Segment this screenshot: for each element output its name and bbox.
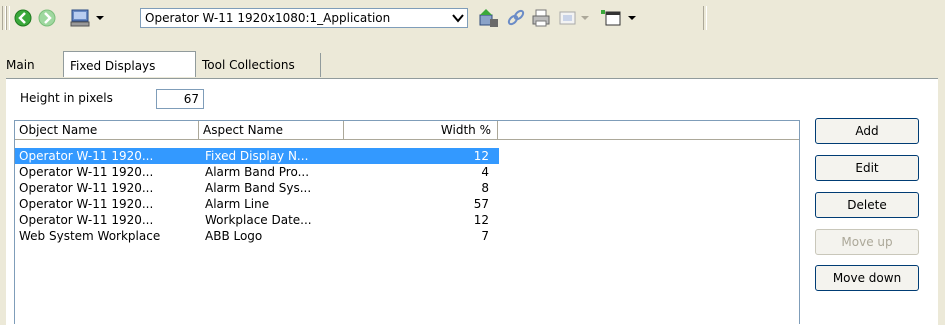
- cell-aspect-name: Fixed Display N...: [205, 149, 309, 163]
- tab-tool-collections[interactable]: Tool Collections: [196, 53, 321, 77]
- network-icon[interactable]: [476, 7, 500, 29]
- tab-strip: Main Fixed Displays Tool Collections: [0, 51, 945, 79]
- delete-button[interactable]: Delete: [815, 192, 919, 218]
- application-combo[interactable]: Operator W-11 1920x1080:1_Application: [140, 8, 468, 28]
- tab-main[interactable]: Main: [0, 53, 64, 77]
- toolbar-grip-2: [6, 6, 10, 30]
- window-dropdown-arrow-icon[interactable]: [628, 16, 636, 20]
- cell-width: 8: [481, 181, 489, 195]
- cell-aspect-name: Alarm Line: [205, 197, 270, 211]
- cell-width: 57: [473, 197, 489, 211]
- forward-arrow-icon[interactable]: [38, 9, 56, 27]
- application-combo-value: Operator W-11 1920x1080:1_Application: [145, 11, 391, 25]
- cell-object-name: Operator W-11 1920...: [19, 197, 154, 211]
- column-header-width[interactable]: Width %: [344, 121, 498, 140]
- move-down-button[interactable]: Move down: [815, 265, 919, 291]
- list-header: Object Name Aspect Name Width %: [15, 121, 799, 141]
- column-header-aspect-name[interactable]: Aspect Name: [199, 121, 344, 140]
- cell-aspect-name: Workplace Date...: [205, 213, 312, 227]
- cell-object-name: Operator W-11 1920...: [19, 213, 154, 227]
- fixed-displays-list[interactable]: Object Name Aspect Name Width % Operator…: [14, 120, 800, 324]
- table-row[interactable]: Operator W-11 1920... Workplace Date... …: [15, 212, 499, 228]
- cell-width: 4: [481, 165, 489, 179]
- height-label: Height in pixels: [20, 91, 113, 105]
- cell-width: 7: [481, 229, 489, 243]
- edit-button[interactable]: Edit: [815, 155, 919, 181]
- window-icon[interactable]: [600, 8, 624, 28]
- window-right-edge: [938, 36, 945, 324]
- move-up-button[interactable]: Move up: [815, 229, 919, 255]
- cell-object-name: Web System Workplace: [19, 229, 161, 243]
- cell-aspect-name: Alarm Band Pro...: [205, 165, 310, 179]
- view-icon[interactable]: [558, 9, 578, 27]
- table-row[interactable]: Operator W-11 1920... Alarm Band Pro... …: [15, 164, 499, 180]
- cell-object-name: Operator W-11 1920...: [19, 165, 154, 179]
- cell-object-name: Operator W-11 1920...: [19, 149, 154, 163]
- cell-width: 12: [473, 149, 489, 163]
- add-button[interactable]: Add: [815, 118, 919, 144]
- table-row[interactable]: Operator W-11 1920... Alarm Line 57: [15, 196, 499, 212]
- column-header-object-name[interactable]: Object Name: [15, 121, 199, 140]
- table-row[interactable]: Operator W-11 1920... Fixed Display N...…: [15, 148, 499, 164]
- tab-fixed-displays-label: Fixed Displays: [70, 59, 156, 73]
- computer-dropdown-arrow-icon[interactable]: [96, 16, 104, 20]
- toolbar: Operator W-11 1920x1080:1_Application: [0, 0, 945, 36]
- table-row[interactable]: Operator W-11 1920... Alarm Band Sys... …: [15, 180, 499, 196]
- column-header-filler: [498, 121, 799, 140]
- height-input[interactable]: 67: [156, 89, 204, 109]
- toolbar-end-separator: [703, 6, 707, 30]
- chevron-down-icon[interactable]: [451, 11, 465, 25]
- computer-icon[interactable]: [70, 8, 92, 28]
- cell-aspect-name: Alarm Band Sys...: [205, 181, 312, 195]
- table-row[interactable]: Web System Workplace ABB Logo 7: [15, 228, 499, 244]
- link-icon[interactable]: [506, 8, 526, 28]
- print-icon[interactable]: [531, 8, 551, 28]
- tab-main-label: Main: [6, 58, 35, 72]
- cell-object-name: Operator W-11 1920...: [19, 181, 154, 195]
- cell-width: 12: [473, 213, 489, 227]
- view-dropdown-arrow-icon[interactable]: [581, 16, 589, 20]
- cell-aspect-name: ABB Logo: [205, 229, 263, 243]
- tab-tool-collections-label: Tool Collections: [202, 58, 295, 72]
- tab-fixed-displays[interactable]: Fixed Displays: [63, 51, 196, 77]
- back-arrow-icon[interactable]: [14, 9, 32, 27]
